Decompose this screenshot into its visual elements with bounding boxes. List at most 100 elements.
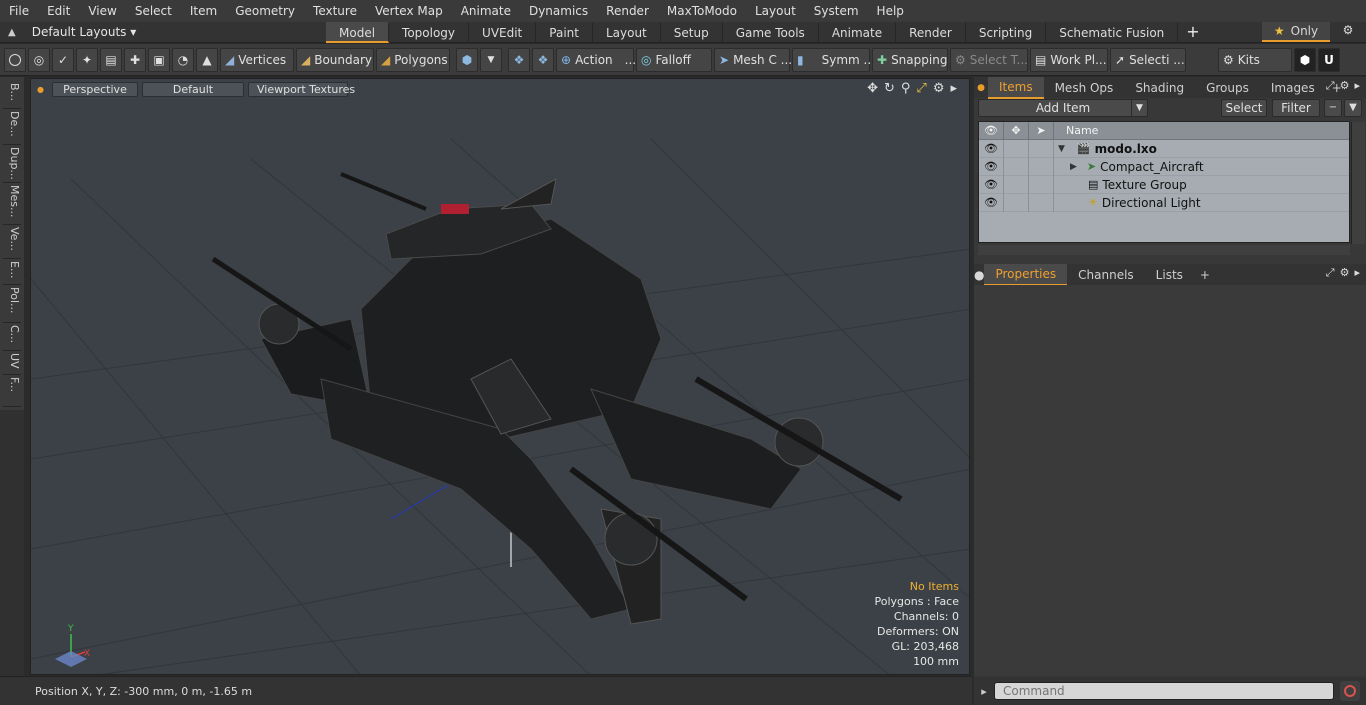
gear-icon[interactable]: ⚙ [1338, 23, 1358, 41]
tab-render[interactable]: Render [896, 21, 966, 43]
panel-more-icon[interactable]: ▸ [1354, 79, 1360, 93]
left-tab-curve[interactable]: C... [3, 325, 21, 351]
maximize-view-icon[interactable]: ⤢ [916, 81, 926, 96]
collapse-icon[interactable]: − [1324, 99, 1342, 117]
viewport-textures-button[interactable]: Viewport Textures [247, 81, 355, 97]
left-tab-mesh-edit[interactable]: Mes... [3, 185, 21, 225]
menu-render[interactable]: Render [597, 0, 658, 22]
tab-images[interactable]: Images [1260, 78, 1326, 98]
symmetry-button[interactable]: ▮ Symm ... [792, 47, 875, 72]
menu-edit[interactable]: Edit [38, 0, 79, 22]
menu-view[interactable]: View [79, 0, 125, 22]
tab-shading[interactable]: Shading [1124, 78, 1195, 98]
tab-mesh-ops[interactable]: Mesh Ops [1044, 78, 1125, 98]
only-toggle[interactable]: ★ Only [1262, 22, 1330, 42]
expand-panel-icon[interactable]: ⤢ [1326, 79, 1335, 93]
tab-properties[interactable]: Properties [984, 263, 1068, 286]
tab-uvedit[interactable]: UVEdit [469, 21, 537, 43]
name-column-header[interactable]: Name [1054, 124, 1098, 137]
globe-icon[interactable]: ◎ [28, 47, 50, 72]
tab-lists[interactable]: Lists [1145, 265, 1194, 285]
zoom-view-icon[interactable]: ⚲ [901, 81, 911, 96]
3d-viewport[interactable]: ● Perspective Default Viewport Textures … [30, 78, 970, 675]
select-button[interactable]: Select [1221, 99, 1267, 117]
menu-select[interactable]: Select [126, 0, 181, 22]
add-item-dropdown-icon[interactable]: ▼ [1131, 100, 1147, 116]
unreal-icon[interactable]: U [1318, 47, 1340, 72]
left-tab-fusion[interactable]: F... [3, 377, 21, 407]
expand-props-icon[interactable]: ⤢ [1326, 266, 1335, 280]
tab-layout[interactable]: Layout [593, 21, 661, 43]
work-plane-button[interactable]: ▤ Work Pl... [1030, 47, 1108, 72]
visibility-column-icon[interactable]: 👁 [979, 121, 1004, 140]
align-icon[interactable]: ▤ [100, 47, 122, 72]
viewport-more-icon[interactable]: ▸ [950, 81, 957, 96]
menu-file[interactable]: File [0, 0, 38, 22]
menu-vertex-map[interactable]: Vertex Map [366, 0, 452, 22]
clock-icon[interactable]: ◔ [172, 47, 194, 72]
falloff-button[interactable]: ◎ Falloff [636, 47, 712, 72]
rotate-view-icon[interactable]: ↻ [884, 81, 895, 96]
add-tab-button[interactable]: + [1178, 22, 1207, 43]
menu-layout[interactable]: Layout [746, 0, 805, 22]
funnel-icon[interactable]: ▼ [1344, 99, 1362, 117]
collapse-arrow-icon[interactable]: ▶ [1070, 162, 1077, 172]
list-item[interactable]: 👁 ▶ ➤ Compact_Aircraft [979, 157, 1349, 176]
list-item[interactable]: 👁 ▤ Texture Group [979, 175, 1349, 194]
left-tab-edge[interactable]: E... [3, 261, 21, 285]
box-select-icon[interactable]: ▣ [148, 47, 170, 72]
brush-icon[interactable]: ✦ [76, 47, 98, 72]
tab-items[interactable]: Items [988, 76, 1044, 99]
view-perspective-button[interactable]: Perspective [51, 81, 138, 97]
center-mode-icon[interactable]: ❖ [532, 47, 554, 72]
left-tab-polygon[interactable]: Pol... [3, 287, 21, 323]
list-item[interactable]: 👁 ▼ 🎬 modo.lxo [979, 139, 1349, 158]
eye-icon[interactable]: 👁 [979, 193, 1004, 212]
item-mode-icon[interactable]: ⬢ [456, 47, 478, 72]
props-gear-icon[interactable]: ⚙ [1340, 266, 1350, 280]
pen-icon[interactable]: ✓ [52, 47, 74, 72]
menu-maxtomodo[interactable]: MaxToModo [658, 0, 746, 22]
pivot-icon[interactable]: ❖ [508, 47, 530, 72]
layouts-dropdown[interactable]: ▲ Default Layouts ▾ [0, 22, 326, 43]
lock-column-icon[interactable]: ✥ [1004, 121, 1029, 140]
selection-sets-button[interactable]: ➚ Selecti ... [1110, 47, 1186, 72]
list-item[interactable]: 👁 ☀ Directional Light [979, 193, 1349, 212]
select-through-button[interactable]: ⚙ Select T... [950, 47, 1028, 72]
vertices-button[interactable]: ◢ Vertices [220, 47, 294, 72]
snapping-button[interactable]: ✚ Snapping [872, 47, 948, 72]
tab-schematic-fusion[interactable]: Schematic Fusion [1046, 21, 1179, 43]
view-default-button[interactable]: Default [141, 81, 244, 97]
move-view-icon[interactable]: ✥ [867, 81, 878, 96]
viewport-gear-icon[interactable]: ⚙ [933, 81, 945, 96]
shield-select-icon[interactable]: ▲ [196, 47, 218, 72]
tab-scripting[interactable]: Scripting [966, 21, 1047, 43]
command-input[interactable] [994, 682, 1334, 700]
eye-icon[interactable]: 👁 [979, 157, 1004, 176]
menu-texture[interactable]: Texture [304, 0, 366, 22]
item-dropdown-icon[interactable]: ▼ [480, 47, 502, 72]
left-tab-duplicate[interactable]: Dup... [3, 147, 21, 183]
item-list-scrollbar[interactable] [1351, 122, 1365, 244]
add-props-tab-button[interactable]: + [1194, 268, 1216, 282]
render-column-icon[interactable]: ➤ [1029, 121, 1054, 140]
record-macro-button[interactable] [1340, 681, 1360, 701]
tab-paint[interactable]: Paint [536, 21, 593, 43]
expand-arrow-icon[interactable]: ▼ [1058, 144, 1065, 154]
left-tab-uv[interactable]: UV [3, 353, 21, 375]
action-button[interactable]: ⊕ Action... [556, 47, 636, 72]
panel-gear-icon[interactable]: ⚙ [1340, 79, 1350, 93]
menu-system[interactable]: System [805, 0, 868, 22]
tab-game-tools[interactable]: Game Tools [723, 21, 819, 43]
menu-dynamics[interactable]: Dynamics [520, 0, 597, 22]
center-icon[interactable]: ✚ [124, 47, 146, 72]
menu-animate[interactable]: Animate [452, 0, 520, 22]
eye-icon[interactable]: 👁 [979, 175, 1004, 194]
left-tab-deform[interactable]: De... [3, 111, 21, 145]
select-circle-icon[interactable] [4, 47, 26, 72]
tab-setup[interactable]: Setup [661, 21, 723, 43]
command-history-icon[interactable]: ▸ [974, 685, 994, 698]
mesh-constraint-button[interactable]: ➤ Mesh C ... [714, 47, 792, 72]
item-list-hscrollbar[interactable] [978, 245, 1350, 255]
eye-icon[interactable]: 👁 [979, 139, 1004, 158]
